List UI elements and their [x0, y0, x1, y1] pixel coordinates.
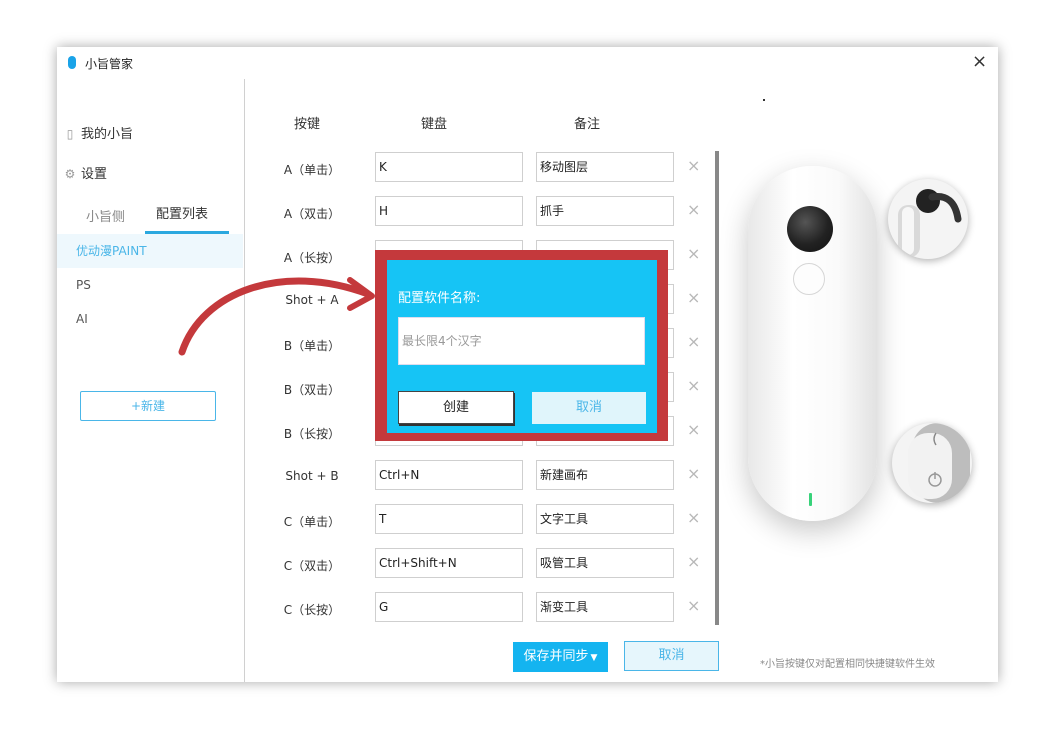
title-bar: 小旨管家 × — [57, 47, 998, 79]
keyboard-field[interactable]: G — [375, 592, 523, 622]
delete-row-icon[interactable]: × — [687, 376, 700, 395]
dialog-title: 配置软件名称: — [398, 291, 481, 306]
save-sync-label: 保存并同步 — [523, 649, 589, 664]
keyboard-field[interactable]: Ctrl+N — [375, 460, 523, 490]
tab-config-list[interactable]: 配置列表 — [156, 203, 208, 222]
row-key-label: B（双击） — [283, 383, 341, 397]
row-key-label: B（长按） — [283, 427, 341, 441]
nav-settings[interactable]: ⚙ 设置 — [63, 163, 107, 182]
nav-my-device[interactable]: ▯ 我的小旨 — [63, 123, 133, 142]
power-button-closeup-icon — [892, 423, 972, 503]
create-button[interactable]: 创建 — [398, 391, 514, 424]
row-key-label: A（双击） — [283, 207, 341, 221]
sidebar: ▯ 我的小旨 ⚙ 设置 小旨侧 配置列表 优动漫PAINT PS AI +新建 — [57, 79, 245, 682]
scrollbar-thumb[interactable] — [715, 151, 719, 625]
tab-device-side[interactable]: 小旨侧 — [86, 206, 125, 225]
delete-row-icon[interactable]: × — [687, 420, 700, 439]
new-config-button[interactable]: +新建 — [80, 391, 216, 421]
keyboard-field[interactable]: Ctrl+Shift+N — [375, 548, 523, 578]
note-field[interactable]: 渐变工具 — [536, 592, 674, 622]
column-header-keyboard: 键盘 — [421, 117, 448, 132]
footer-note: *小旨按键仅对配置相同快捷键软件生效 — [760, 659, 935, 670]
decorative-dot — [763, 99, 765, 101]
column-header-key: 按键 — [294, 117, 321, 132]
note-field[interactable]: 吸管工具 — [536, 548, 674, 578]
device-button-icon — [793, 263, 825, 295]
delete-row-icon[interactable]: × — [687, 288, 700, 307]
dropdown-caret-icon[interactable]: ▼ — [591, 653, 598, 663]
delete-row-icon[interactable]: × — [687, 156, 700, 175]
keyboard-field[interactable]: K — [375, 152, 523, 182]
delete-row-icon[interactable]: × — [687, 332, 700, 351]
row-key-label: C（双击） — [283, 559, 341, 573]
cancel-button[interactable]: 取消 — [624, 641, 719, 671]
close-icon[interactable]: × — [972, 51, 987, 72]
delete-row-icon[interactable]: × — [687, 244, 700, 263]
nav-my-device-label: 我的小旨 — [81, 127, 134, 142]
nav-settings-label: 设置 — [81, 167, 108, 182]
joystick-closeup-icon — [888, 179, 968, 259]
gear-icon: ⚙ — [64, 167, 76, 181]
name-config-dialog: 配置软件名称: 最长限4个汉字 创建 取消 — [387, 260, 657, 433]
note-field[interactable]: 文字工具 — [536, 504, 674, 534]
app-logo-icon — [68, 56, 76, 69]
keyboard-field[interactable]: T — [375, 504, 523, 534]
delete-row-icon[interactable]: × — [687, 464, 700, 483]
keyboard-field[interactable]: H — [375, 196, 523, 226]
delete-row-icon[interactable]: × — [687, 200, 700, 219]
sidebar-divider — [244, 79, 245, 682]
window-title: 小旨管家 — [85, 57, 134, 71]
delete-row-icon[interactable]: × — [687, 596, 700, 615]
row-key-label: C（单击） — [283, 515, 341, 529]
note-field[interactable]: 新建画布 — [536, 460, 674, 490]
dialog-cancel-button[interactable]: 取消 — [532, 392, 646, 424]
save-sync-button[interactable]: 保存并同步 ▼ — [513, 642, 608, 672]
row-key-label: C（长按） — [283, 603, 341, 617]
row-key-label: Shot + B — [285, 469, 339, 483]
joystick-icon — [787, 206, 833, 252]
app-window: 小旨管家 × ▯ 我的小旨 ⚙ 设置 小旨侧 配置列表 优动漫PAINT PS AI… — [57, 47, 998, 682]
note-field[interactable]: 抓手 — [536, 196, 674, 226]
delete-row-icon[interactable]: × — [687, 508, 700, 527]
note-field[interactable]: 移动图层 — [536, 152, 674, 182]
row-key-label: A（单击） — [283, 163, 341, 177]
status-led-icon — [809, 493, 812, 506]
delete-row-icon[interactable]: × — [687, 552, 700, 571]
column-header-note: 备注 — [574, 117, 601, 132]
annotation-arrow-icon — [178, 277, 375, 356]
software-name-input[interactable]: 最长限4个汉字 — [398, 317, 645, 365]
mouse-icon: ▯ — [66, 127, 74, 141]
